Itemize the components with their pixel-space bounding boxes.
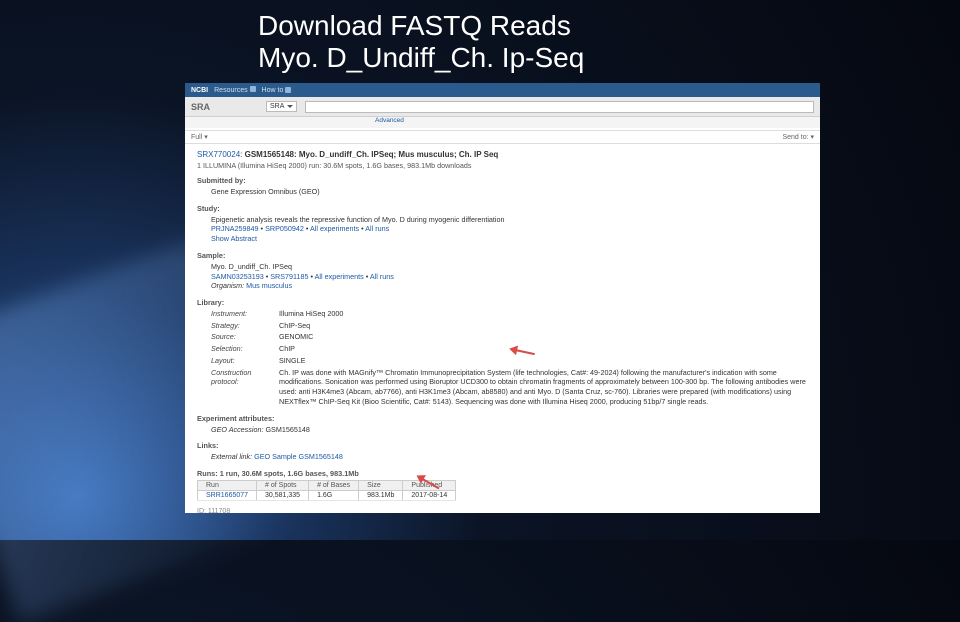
sendto-select[interactable]: Send to: ▾ [782, 133, 814, 141]
spots-val: 30,581,335 [257, 490, 309, 500]
layout-val: SINGLE [279, 356, 808, 366]
layout-key: Layout: [211, 356, 271, 366]
th-spots[interactable]: # of Spots [257, 480, 309, 490]
study-section: Study: Epigenetic analysis reveals the r… [197, 204, 808, 244]
geo-sample-link[interactable]: GEO Sample GSM1565148 [254, 452, 343, 461]
search-input[interactable] [306, 102, 813, 112]
abstract-link[interactable]: Show Abstract [211, 234, 257, 243]
links-section: Links: External link: GEO Sample GSM1565… [197, 441, 808, 462]
submitted-value: Gene Expression Omnibus (GEO) [211, 187, 808, 197]
slide-title-line2: Myo. D_Undiff_Ch. Ip-Seq [258, 42, 758, 74]
published-val: 2017-08-14 [403, 490, 456, 500]
instrument-val: Illumina HiSeq 2000 [279, 309, 808, 319]
sample-heading: Sample: [197, 251, 808, 260]
source-val: GENOMIC [279, 332, 808, 342]
resources-label: Resources [214, 87, 247, 94]
run-link[interactable]: SRR1665077 [206, 492, 248, 499]
th-run[interactable]: Run [198, 480, 257, 490]
expattr-row: GEO Accession: GSM1565148 [211, 425, 808, 435]
library-section: Library: Instrument: Illumina HiSeq 2000 … [197, 298, 808, 406]
sample-allruns-link[interactable]: All runs [370, 272, 394, 281]
selection-key: Selection: [211, 344, 271, 354]
expattr-val: GSM1565148 [265, 425, 309, 434]
submitted-heading: Submitted by: [197, 176, 808, 185]
sample-allexp-link[interactable]: All experiments [315, 272, 364, 281]
srp-link[interactable]: SRP050942 [265, 224, 304, 233]
instrument-key: Instrument: [211, 309, 271, 319]
th-bases[interactable]: # of Bases [309, 480, 359, 490]
record-id: ID: 111708 [197, 508, 808, 513]
study-desc: Epigenetic analysis reveals the repressi… [211, 215, 808, 225]
chevron-down-icon [287, 105, 293, 108]
record-content: SRX770024: GSM1565148: Myo. D_undiff_Ch.… [185, 144, 820, 513]
resources-menu[interactable]: Resources [214, 86, 255, 94]
view-select[interactable]: Full ▾ [191, 133, 208, 141]
bases-val: 1.6G [309, 490, 359, 500]
ncbi-logo[interactable]: NCBI [191, 87, 208, 94]
allruns-link[interactable]: All runs [365, 224, 389, 233]
search-input-wrap [305, 101, 814, 113]
howto-menu[interactable]: How to [262, 87, 292, 94]
sample-name: Myo. D_undiff_Ch. IPSeq [211, 262, 808, 272]
sample-links: SAMN03253193 • SRS791185 • All experimen… [211, 272, 808, 282]
prjna-link[interactable]: PRJNA259849 [211, 224, 259, 233]
organism-row: Organism: Mus musculus [211, 281, 808, 291]
allexp-link[interactable]: All experiments [310, 224, 359, 233]
dropdown-icon [250, 86, 256, 92]
slide-title-line1: Download FASTQ Reads [258, 10, 758, 42]
advanced-row: Advanced [185, 117, 820, 128]
runs-summary: Runs: 1 run, 30.6M spots, 1.6G bases, 98… [197, 469, 808, 478]
samn-link[interactable]: SAMN03253193 [211, 272, 264, 281]
strategy-val: ChIP-Seq [279, 321, 808, 331]
srs-link[interactable]: SRS791185 [270, 272, 308, 281]
slide-title: Download FASTQ Reads Myo. D_Undiff_Ch. I… [258, 10, 758, 74]
links-key: External link: [211, 452, 252, 461]
srx-link[interactable]: SRX770024 [197, 150, 240, 159]
library-kv: Instrument: Illumina HiSeq 2000 Strategy:… [211, 309, 808, 406]
organism-link[interactable]: Mus musculus [246, 281, 292, 290]
ncbi-page: NCBI Resources How to SRA SRA Advanced F… [185, 83, 820, 513]
protocol-key: Construction protocol: [211, 368, 271, 407]
links-heading: Links: [197, 441, 808, 450]
protocol-val: Ch. IP was done with MAGnify™ Chromatin … [279, 368, 808, 407]
dropdown-icon [285, 87, 291, 93]
runs-table: Run # of Spots # of Bases Size Published… [197, 480, 456, 501]
advanced-link[interactable]: Advanced [375, 117, 404, 124]
expattr-heading: Experiment attributes: [197, 414, 808, 423]
record-title-text: GSM1565148: Myo. D_undiff_Ch. IPSeq; Mus… [245, 150, 499, 159]
study-heading: Study: [197, 204, 808, 213]
database-label: SRA [270, 103, 284, 110]
th-published[interactable]: Published [403, 480, 456, 490]
sample-section: Sample: Myo. D_undiff_Ch. IPSeq SAMN0325… [197, 251, 808, 291]
record-subline: 1 ILLUMINA (Illumina HiSeq 2000) run: 30… [197, 161, 808, 170]
organism-key: Organism: [211, 281, 244, 290]
study-links: PRJNA259849 • SRP050942 • All experiment… [211, 224, 808, 234]
expattr-section: Experiment attributes: GEO Accession: GS… [197, 414, 808, 435]
record-title: SRX770024: GSM1565148: Myo. D_undiff_Ch.… [197, 150, 808, 159]
search-bar: SRA SRA [185, 97, 820, 117]
size-val: 983.1Mb [359, 490, 403, 500]
expattr-key: GEO Accession: [211, 425, 263, 434]
ncbi-top-bar: NCBI Resources How to [185, 83, 820, 97]
th-size[interactable]: Size [359, 480, 403, 490]
view-toolbar: Full ▾ Send to: ▾ [185, 130, 820, 144]
selection-val: ChIP [279, 344, 808, 354]
howto-label: How to [262, 87, 284, 94]
submitted-section: Submitted by: Gene Expression Omnibus (G… [197, 176, 808, 197]
database-select[interactable]: SRA [266, 101, 297, 112]
runs-section: Runs: 1 run, 30.6M spots, 1.6G bases, 98… [197, 469, 808, 501]
strategy-key: Strategy: [211, 321, 271, 331]
table-row: SRR1665077 30,581,335 1.6G 983.1Mb 2017-… [198, 490, 456, 500]
library-heading: Library: [197, 298, 808, 307]
source-key: Source: [211, 332, 271, 342]
sra-brand: SRA [191, 102, 210, 112]
links-row: External link: GEO Sample GSM1565148 [211, 452, 808, 462]
